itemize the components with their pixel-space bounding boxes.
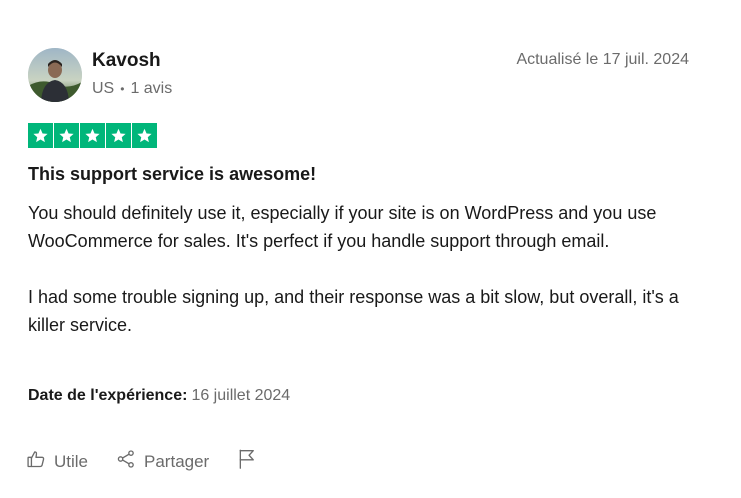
useful-button[interactable]: Utile [26,449,88,474]
report-button[interactable] [237,448,257,475]
share-label: Partager [144,451,210,471]
star-icon [106,123,131,148]
review-title: This support service is awesome! [28,164,317,184]
star-icon [80,123,105,148]
star-icon [54,123,79,148]
author-meta: US • 1 avis [92,80,172,98]
review-card: Kavosh US • 1 avis Actualisé le 17 juil.… [0,0,741,498]
review-updated-date: Actualisé le 17 juil. 2024 [516,51,689,68]
useful-label: Utile [54,451,89,471]
review-actions: Utile Partager [26,448,257,475]
experience-date-value: 16 juillet 2024 [191,387,291,404]
review-paragraph: I had some trouble signing up, and their… [28,287,679,335]
author-country: US [92,80,115,97]
review-paragraph: You should definitely use it, especially… [28,203,657,251]
share-icon [116,449,136,474]
author-name[interactable]: Kavosh [92,50,161,72]
star-icon [28,123,53,148]
star-icon [132,123,157,148]
avatar[interactable] [28,48,82,102]
share-button[interactable]: Partager [116,449,209,474]
experience-date: Date de l'expérience: 16 juillet 2024 [28,387,290,405]
meta-separator: • [120,82,125,96]
thumbs-up-icon [26,449,46,474]
star-rating [28,123,157,148]
review-body: You should definitely use it, especially… [28,199,708,339]
author-review-count: 1 avis [130,80,173,97]
experience-date-label: Date de l'expérience: [28,387,188,404]
flag-icon [237,448,257,475]
avatar-image [28,48,82,102]
